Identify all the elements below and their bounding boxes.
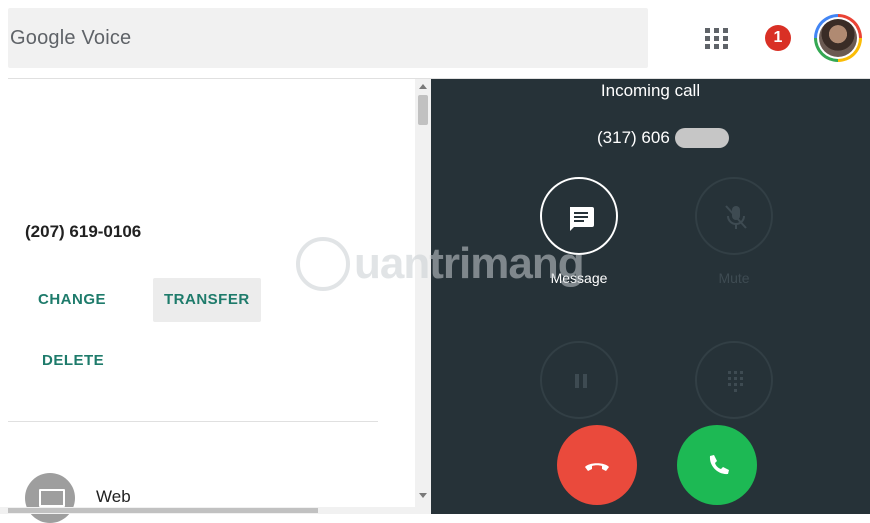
app-title: Google Voice — [10, 26, 132, 49]
mute-label: Mute — [718, 270, 750, 286]
notification-badge[interactable]: 1 — [765, 25, 791, 51]
forwarding-phone-number: (207) 619-0106 — [25, 222, 142, 241]
call-status-title: Incoming call — [600, 81, 701, 100]
device-label: Web — [96, 487, 131, 506]
watermark-text: uantrimang — [354, 239, 585, 288]
call-settings-panel: (207) 619-0106 CHANGE TRANSFER DELETE We… — [0, 79, 415, 523]
search-bar[interactable]: Google Voice — [8, 8, 648, 68]
mute-icon — [725, 205, 747, 229]
decline-call-button[interactable] — [557, 425, 637, 505]
change-button[interactable]: CHANGE — [26, 278, 118, 322]
answer-icon — [709, 455, 729, 475]
lightbulb-logo-icon — [296, 237, 350, 291]
horizontal-scrollbar[interactable] — [0, 507, 415, 514]
caller-number: (317) 606 — [597, 128, 670, 147]
watermark: uantrimang — [296, 233, 596, 295]
decline-icon — [585, 463, 609, 471]
avatar[interactable] — [814, 14, 862, 62]
dialpad-button[interactable] — [695, 341, 773, 419]
delete-button[interactable]: DELETE — [30, 339, 116, 383]
apps-grid-icon[interactable] — [704, 25, 730, 51]
transfer-button[interactable]: TRANSFER — [153, 278, 261, 322]
dialpad-icon — [728, 371, 743, 392]
scroll-up-icon[interactable] — [419, 84, 427, 89]
redacted-digits — [675, 128, 729, 148]
scrollbar-thumb[interactable] — [418, 95, 428, 125]
top-bar: Google Voice 1 — [0, 0, 870, 78]
user-avatar-icon — [819, 19, 857, 57]
incoming-call-panel: Incoming call (317) 606 Message Mute — [431, 79, 870, 514]
section-divider — [8, 421, 378, 422]
vertical-scrollbar[interactable] — [415, 79, 431, 514]
computer-icon — [25, 473, 75, 523]
mute-button[interactable] — [695, 177, 773, 255]
hold-icon — [575, 374, 587, 388]
answer-call-button[interactable] — [677, 425, 757, 505]
hold-button[interactable] — [540, 341, 618, 419]
scroll-down-icon[interactable] — [419, 493, 427, 498]
